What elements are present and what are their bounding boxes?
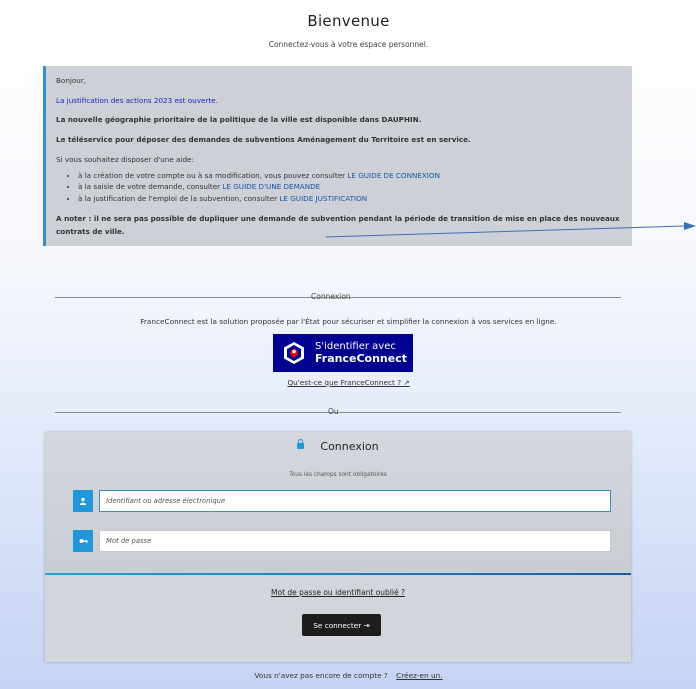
guide-justification-link[interactable]: LE GUIDE JUSTIFICATION xyxy=(279,194,367,203)
info-note: A noter : il ne sera pas possible de dup… xyxy=(56,213,620,237)
sign-in-icon: ⇥ xyxy=(363,620,370,630)
info-teleservice: Le téléservice pour déposer des demandes… xyxy=(56,135,471,145)
info-greeting: Bonjour, xyxy=(56,76,87,85)
key-icon xyxy=(73,530,93,552)
lock-icon xyxy=(297,439,305,449)
franceconnect-button-text: S'identifier avec FranceConnect xyxy=(315,341,407,365)
login-panel: Connexion Tous les champs sont obligatoi… xyxy=(45,432,631,662)
connexion-separator: Connexion xyxy=(55,292,621,301)
guide-connexion-link[interactable]: LE GUIDE DE CONNEXION xyxy=(347,171,440,180)
user-icon xyxy=(73,490,93,512)
page-title: Bienvenue xyxy=(307,12,390,30)
connexion-separator-label: Connexion xyxy=(311,292,351,301)
franceconnect-line1: S'identifier avec xyxy=(315,341,396,352)
franceconnect-button[interactable]: S'identifier avec FranceConnect xyxy=(273,334,413,372)
guide-demande-link[interactable]: LE GUIDE D'UNE DEMANDE xyxy=(222,182,320,191)
ou-separator: Ou xyxy=(55,407,621,416)
signup-prompt: Vous n'avez pas encore de compte ? xyxy=(254,671,388,680)
help-item-justification: à la justification de l'emploi de la sub… xyxy=(78,194,622,204)
login-divider xyxy=(45,573,631,575)
forgot-password-link[interactable]: Mot de passe ou identifiant oublié ? xyxy=(45,588,631,597)
password-input[interactable] xyxy=(99,530,611,552)
login-title: Connexion xyxy=(45,439,631,453)
page-frame: Bienvenue Connectez-vous à votre espace … xyxy=(8,0,689,689)
what-is-franceconnect-link[interactable]: Qu'est-ce que FranceConnect ? ↗ xyxy=(8,378,689,387)
help-item-connexion: à la création de votre compte ou à sa mo… xyxy=(78,171,622,181)
ou-separator-label: Ou xyxy=(328,407,339,416)
required-fields-note: Tous les champs sont obligatoires xyxy=(289,472,387,478)
username-field xyxy=(73,490,611,512)
info-justification: La justification des actions 2023 est ou… xyxy=(56,95,218,105)
info-geographie: La nouvelle géographie prioritaire de la… xyxy=(56,115,422,125)
external-link-icon: ↗ xyxy=(403,378,410,387)
info-panel: Bonjour, La justification des actions 20… xyxy=(43,66,632,246)
help-item-demande: à la saisie de votre demande, consulter … xyxy=(78,182,622,192)
info-aide-intro: Si vous souhaitez disposer d'une aide: xyxy=(56,154,194,164)
franceconnect-line2: FranceConnect xyxy=(315,352,408,365)
page-subtitle: Connectez-vous à votre espace personnel. xyxy=(268,40,429,49)
password-field xyxy=(73,530,611,552)
signup-link[interactable]: Créez-en un. xyxy=(396,671,442,680)
signup-footer: Vous n'avez pas encore de compte ? Créez… xyxy=(8,671,689,680)
franceconnect-logo-icon xyxy=(284,342,304,364)
login-submit-button[interactable]: Se connecter ⇥ xyxy=(302,614,381,636)
help-list: à la création de votre compte ou à sa mo… xyxy=(56,171,622,204)
franceconnect-description: FranceConnect est la solution proposée p… xyxy=(140,317,557,326)
username-input[interactable] xyxy=(99,490,611,512)
